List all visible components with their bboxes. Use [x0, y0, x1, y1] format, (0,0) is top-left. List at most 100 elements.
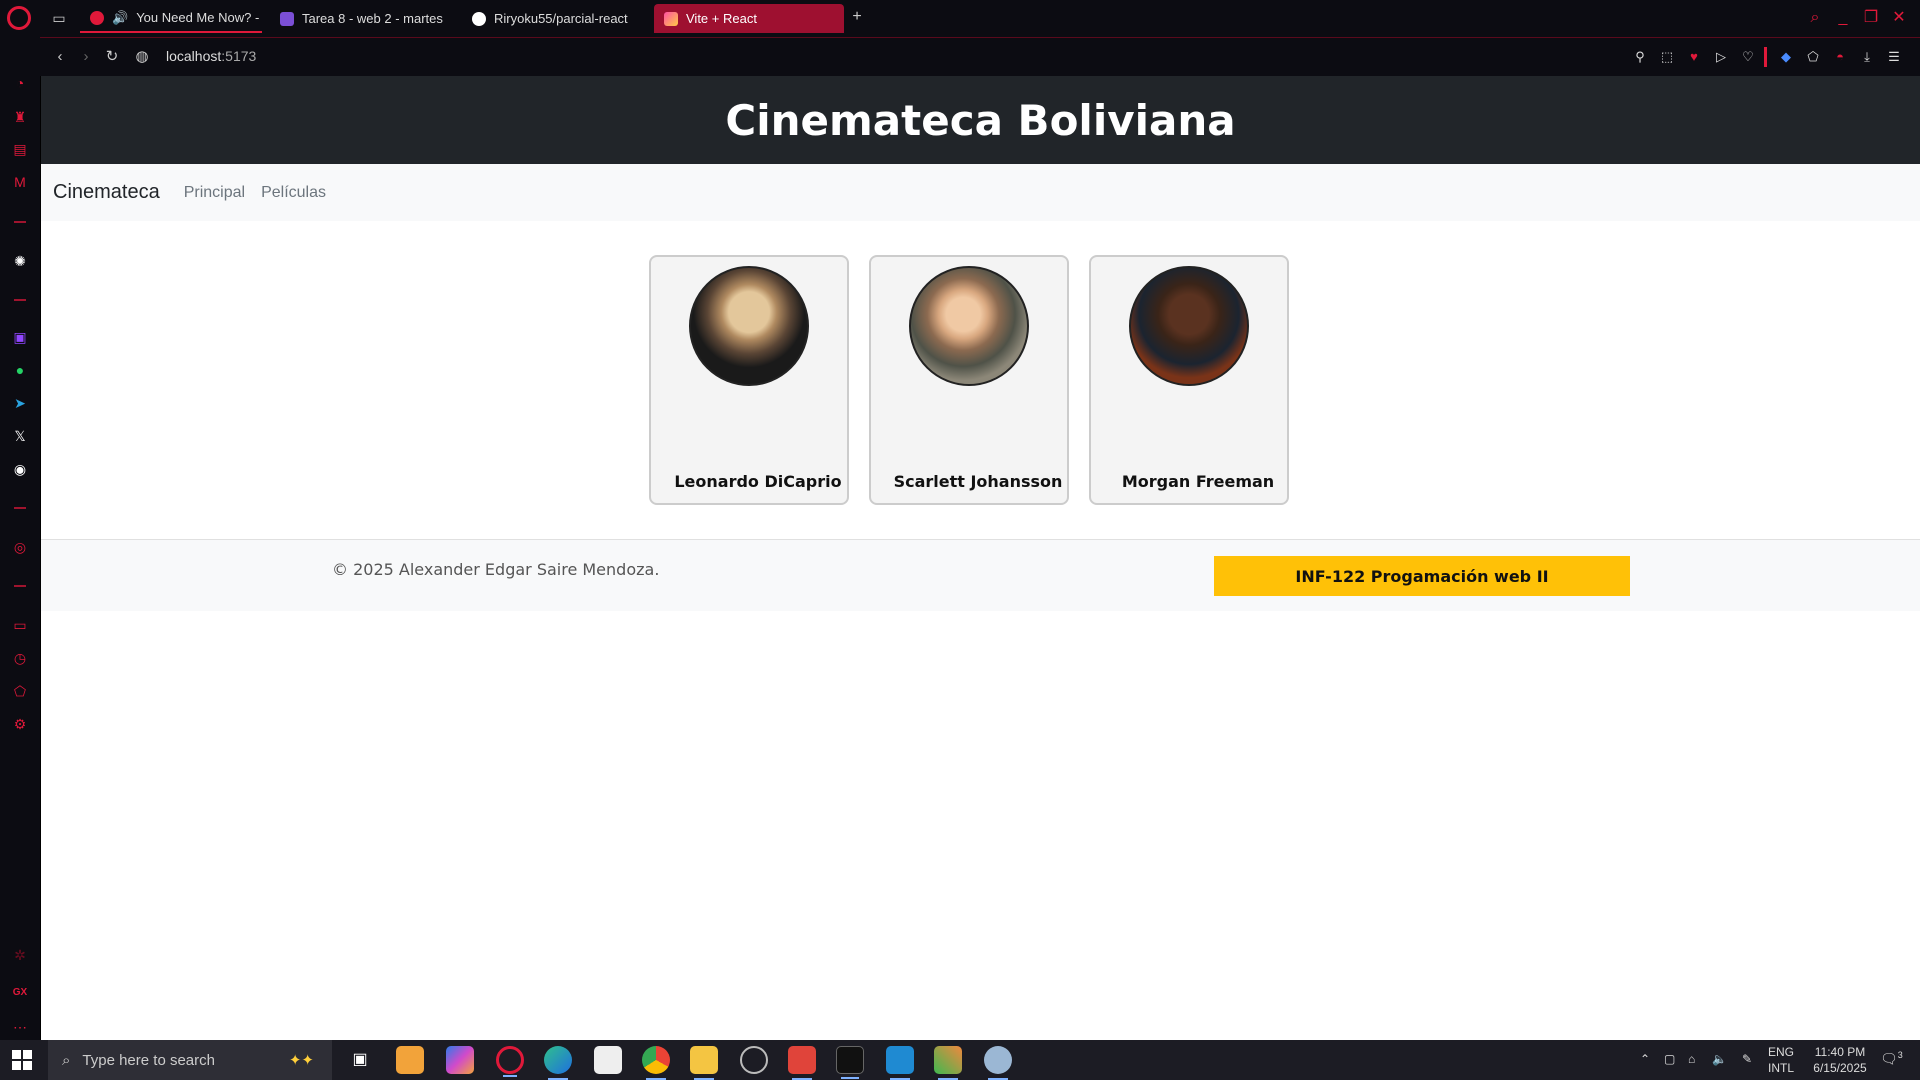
windows-start-icon[interactable] [12, 1050, 32, 1070]
tray-chevron-icon[interactable]: ⌃ [1640, 1052, 1650, 1066]
url-field[interactable]: localhost:5173 [166, 48, 256, 64]
browser-sidebar: ◔ ♜ ▤ M ✺ ▣ ● ➤ 𝕏 ◉ ◎ ▭ ◷ ⬠ ⚙ ✲ GX ⋯ [0, 37, 40, 1040]
close-icon[interactable]: ✕ [1888, 8, 1910, 28]
clock-date: 6/15/2025 [1813, 1061, 1867, 1075]
chatgpt-icon[interactable]: ✺ [10, 251, 30, 271]
sidebar-divider [14, 299, 26, 301]
actor-card-freeman[interactable]: Morgan Freeman [1089, 255, 1289, 505]
url-port: :5173 [221, 48, 257, 64]
profile-icon[interactable]: ◓ [1830, 47, 1850, 67]
vpn-icon[interactable]: ◆ [1776, 47, 1796, 67]
page-title: Cinemateca Boliviana [725, 95, 1236, 145]
x-twitter-icon[interactable]: 𝕏 [10, 426, 30, 446]
extensions-toolbar-icon[interactable]: ⬠ [1803, 47, 1823, 67]
sidebar-divider [14, 507, 26, 509]
favorite-icon[interactable]: ♡ [1738, 47, 1758, 67]
twitch-icon[interactable]: ▣ [10, 327, 30, 347]
settings-icon[interactable]: ⚙ [10, 714, 30, 734]
more-icon[interactable]: ⋯ [10, 1017, 30, 1037]
tab-github-parcial-react[interactable]: Riryoku55/parcial-react [462, 4, 642, 33]
gx-corner-icon[interactable]: ♜ [10, 107, 30, 127]
course-button[interactable]: INF-122 Progamación web II [1214, 556, 1630, 596]
network-icon[interactable]: ⌂ [1688, 1052, 1695, 1066]
tab-islands-icon[interactable]: ▭ [50, 10, 68, 26]
clock-time: 11:40 PM [1814, 1045, 1866, 1059]
edge-icon[interactable] [544, 1046, 572, 1080]
git-client-icon[interactable] [934, 1046, 962, 1080]
forward-icon[interactable]: › [76, 47, 96, 67]
notifications-icon[interactable]: 🗨3 [1880, 1050, 1903, 1068]
toolbar-divider [1764, 47, 1767, 67]
page-viewport: Cinemateca Boliviana Cinemateca Principa… [41, 76, 1920, 1040]
snapshot-icon[interactable]: ⬚ [1657, 47, 1677, 67]
vscode-icon[interactable] [886, 1046, 914, 1080]
gx-control-icon[interactable]: ◔ [10, 73, 30, 93]
navbar-brand[interactable]: Cinemateca [53, 181, 160, 204]
opera-gx-taskbar-icon[interactable] [496, 1046, 524, 1077]
actor-photo [909, 266, 1029, 386]
pocket-icon[interactable]: ♥ [1684, 47, 1704, 67]
terminal-icon[interactable] [836, 1046, 864, 1079]
lang-code: ENG [1768, 1045, 1795, 1059]
speaker-icon[interactable]: 🔊 [112, 10, 128, 26]
extensions-icon[interactable]: ⬠ [10, 681, 30, 701]
copyright-text: © 2025 Alexander Edgar Saire Mendoza. [332, 560, 660, 579]
reload-icon[interactable]: ↻ [102, 47, 122, 67]
tabs-icon[interactable]: ▭ [10, 615, 30, 635]
easy-setup-icon[interactable]: ☰ [1884, 47, 1904, 67]
clock[interactable]: 11:40 PM 6/15/2025 [1804, 1044, 1876, 1076]
app-icon[interactable] [984, 1046, 1012, 1080]
download-icon[interactable]: ⤓ [1857, 47, 1877, 67]
pin-icon[interactable]: ⚲ [1630, 47, 1650, 67]
obs-icon[interactable] [740, 1046, 768, 1074]
taskbar-search[interactable]: ⌕ Type here to search ✦✦ [48, 1040, 332, 1080]
nav-link-principal[interactable]: Principal [184, 184, 245, 202]
actor-name: Leonardo DiCaprio [674, 472, 842, 491]
restore-icon[interactable]: ❐ [1860, 8, 1882, 28]
tab-label: Vite + React [686, 11, 757, 26]
actor-card-johansson[interactable]: Scarlett Johansson [869, 255, 1069, 505]
gmail-icon[interactable]: M [10, 172, 30, 192]
music-player-icon[interactable]: ◎ [10, 537, 30, 557]
address-bar: ‹ › ↻ ◍ localhost:5173 ⚲ ⬚ ♥ ▷ ♡ ◆ ⬠ ◓ ⤓… [40, 37, 1920, 76]
telegram-icon[interactable]: ➤ [10, 393, 30, 413]
search-icon[interactable]: ⌕ [1804, 8, 1826, 28]
actor-card-dicaprio[interactable]: Leonardo DiCaprio [649, 255, 849, 505]
widgets-medal-icon[interactable] [396, 1046, 424, 1074]
store-icon[interactable] [594, 1046, 622, 1074]
url-host: localhost [166, 48, 222, 64]
discord-icon[interactable]: ◉ [10, 459, 30, 479]
search-placeholder: Type here to search [82, 1051, 215, 1069]
language-indicator[interactable]: ENG INTL [1768, 1044, 1794, 1076]
copilot-icon[interactable] [446, 1046, 474, 1074]
tab-vite-react[interactable]: Vite + React [654, 4, 844, 33]
search-icon: ⌕ [62, 1051, 71, 1069]
tab-label: Riryoku55/parcial-react [494, 11, 628, 26]
wps-office-icon[interactable] [788, 1046, 816, 1080]
browser-titlebar: ▭ 🔊 You Need Me Now? - Tarea 8 - web 2 -… [0, 0, 1920, 37]
gx-mods-icon[interactable]: ✲ [10, 945, 30, 965]
task-view-icon[interactable]: ▣ [346, 1046, 374, 1074]
whatsapp-icon[interactable]: ● [10, 360, 30, 380]
meet-now-icon[interactable]: ▢ [1664, 1052, 1675, 1066]
chrome-icon[interactable] [642, 1046, 670, 1080]
file-explorer-icon[interactable] [690, 1046, 718, 1080]
new-tab-button[interactable]: + [848, 8, 866, 26]
news-icon[interactable]: ▤ [10, 139, 30, 159]
youtube-music-icon [90, 10, 104, 25]
github-icon [472, 11, 486, 26]
back-icon[interactable]: ‹ [50, 47, 70, 67]
gx-icon[interactable]: GX [10, 983, 30, 1003]
site-header: Cinemateca Boliviana [41, 76, 1920, 164]
tab-tarea-8[interactable]: Tarea 8 - web 2 - martes [270, 4, 452, 33]
tab-you-need-me-now[interactable]: 🔊 You Need Me Now? - [80, 4, 262, 33]
minimize-icon[interactable]: _ [1832, 8, 1854, 28]
volume-icon[interactable]: 🔈 [1712, 1052, 1727, 1066]
site-info-icon[interactable]: ◍ [132, 47, 152, 67]
history-icon[interactable]: ◷ [10, 648, 30, 668]
nav-link-peliculas[interactable]: Películas [261, 184, 326, 202]
pen-icon[interactable]: ✎ [1742, 1052, 1752, 1066]
play-icon[interactable]: ▷ [1711, 47, 1731, 67]
vite-icon [664, 11, 678, 26]
opera-logo-icon[interactable] [7, 6, 31, 30]
